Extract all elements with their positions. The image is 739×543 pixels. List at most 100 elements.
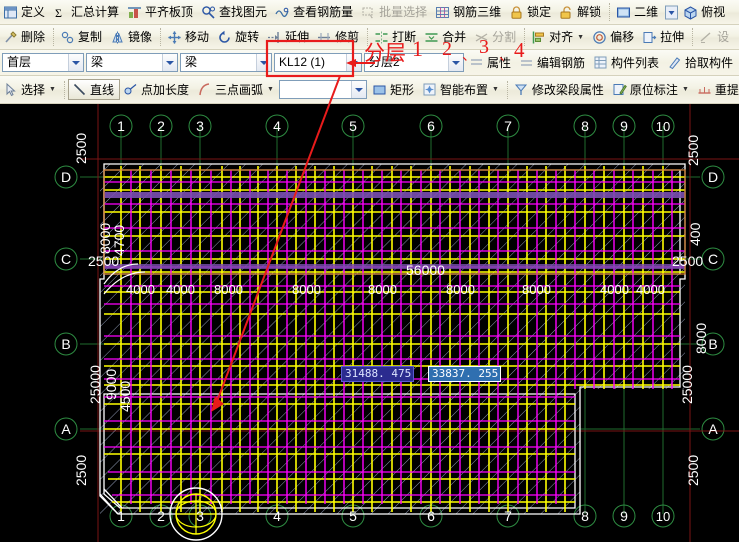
chevron-down-icon[interactable]: ▼ xyxy=(492,86,499,93)
select-tool-button[interactable]: 选择 ▼ xyxy=(0,79,61,100)
cad-drawing-svg: 56000 2500 2500 4000 4000 8000 8000 8000… xyxy=(0,104,739,542)
rectangle-tool-button[interactable]: 矩形 xyxy=(369,79,419,100)
delete-icon xyxy=(3,30,18,45)
two-d-dropdown-button[interactable] xyxy=(663,2,680,23)
toolbar-separator xyxy=(609,3,611,21)
axis-right-C: C xyxy=(708,251,718,267)
toolbar-button-set[interactable]: 设 xyxy=(696,27,734,48)
toolbar-label: 重提梁跨 xyxy=(714,82,739,97)
dim-top-span-3: 8000 xyxy=(292,282,321,297)
toolbar-label: 三点画弧 xyxy=(214,82,263,97)
axis-bot-9: 9 xyxy=(620,508,628,524)
member-list-button[interactable]: 构件列表 xyxy=(590,52,664,73)
edit-rebar-button[interactable]: 编辑钢筋 xyxy=(516,52,590,73)
axis-top-5: 5 xyxy=(349,118,357,134)
toolbar-button-align-slab-top[interactable]: 平齐板顶 xyxy=(124,2,198,23)
toolbar-button-copy[interactable]: 复制 xyxy=(57,27,107,48)
rotate-icon xyxy=(217,30,232,45)
toolbar-button-stretch[interactable]: 拉伸 xyxy=(639,27,689,48)
category-select[interactable]: 梁 xyxy=(86,53,178,72)
coord-value-a[interactable]: 31488. 475 xyxy=(341,366,415,382)
align-slab-icon xyxy=(127,5,142,20)
three-point-arc-button[interactable]: 三点画弧 ▼ xyxy=(194,79,279,100)
chevron-down-icon[interactable] xyxy=(68,54,83,71)
lock-icon xyxy=(509,5,524,20)
re-extract-span-button[interactable]: 重提梁跨 xyxy=(694,79,739,100)
axis-bot-3: 3 xyxy=(196,508,204,524)
chevron-down-icon xyxy=(665,5,679,20)
axis-left-B: B xyxy=(61,336,70,352)
extend-icon xyxy=(267,30,282,45)
toolbar-label: 解锁 xyxy=(577,5,602,19)
dim-top-span-0: 4000 xyxy=(126,282,155,297)
toolbar-button-extend[interactable]: 延伸 xyxy=(264,27,314,48)
member-name-select[interactable]: KL12 (1) xyxy=(274,53,362,72)
toolbar-button-batch-select[interactable]: 批量选择 xyxy=(358,2,432,23)
annotation-text-layer-word: 分层 xyxy=(364,41,406,65)
member-type-select[interactable]: 梁 xyxy=(180,53,272,72)
toolbar-label: 设 xyxy=(717,30,730,44)
chevron-down-icon[interactable]: ▼ xyxy=(682,86,689,93)
axis-left-D: D xyxy=(61,169,71,185)
chevron-down-icon[interactable]: ▼ xyxy=(267,86,274,93)
toolbar-button-offset[interactable]: 偏移 xyxy=(589,27,639,48)
toolbar-button-view-rebar-qty[interactable]: 查看钢筋量 xyxy=(272,2,358,23)
align-icon xyxy=(531,30,546,45)
dim-left-6: 2500 xyxy=(73,455,89,486)
dim-top-span-7: 4000 xyxy=(600,282,629,297)
chevron-down-icon[interactable]: ▼ xyxy=(49,86,56,93)
category-select-value: 梁 xyxy=(91,55,104,69)
toolbar-label: 构件列表 xyxy=(611,55,660,70)
toolbar-button-rebar-3d[interactable]: 钢筋三维 xyxy=(432,2,506,23)
coord-value-b[interactable]: 33837. 255 xyxy=(428,366,502,382)
dim-top-span-8: 4000 xyxy=(636,282,665,297)
chevron-down-icon[interactable] xyxy=(346,54,361,71)
toolbar-label: 锁定 xyxy=(527,5,552,19)
toolbar-button-rotate[interactable]: 旋转 xyxy=(214,27,264,48)
pick-member-button[interactable]: 拾取构件 xyxy=(664,52,738,73)
member-type-select-value: 梁 xyxy=(185,55,198,69)
dim-top-span-6: 8000 xyxy=(522,282,551,297)
edit-beam-segment-button[interactable]: 修改梁段属性 xyxy=(511,79,609,100)
toolbar-button-delete[interactable]: 删除 xyxy=(0,27,50,48)
svg-text:Σ: Σ xyxy=(55,6,62,20)
smart-layout-button[interactable]: 智能布置 ▼ xyxy=(419,79,504,100)
toolbar-button-align[interactable]: 对齐 ▼ xyxy=(528,27,589,48)
copy-icon xyxy=(60,30,75,45)
toolbar-row-4: 选择 ▼ 直线 点加长度 三点画弧 ▼ 矩形 智能布置 ▼ 修改梁段属性 原位标… xyxy=(0,76,739,104)
point-plus-length-button[interactable]: 点加长度 xyxy=(120,79,194,100)
chevron-down-icon[interactable] xyxy=(350,81,366,98)
draw-options-select[interactable] xyxy=(278,80,367,99)
batch-select-icon xyxy=(361,5,376,20)
annotation-text-layer-3: 3 xyxy=(479,36,489,58)
cursor-icon xyxy=(3,82,18,97)
toolbar-button-trim[interactable]: 修剪 xyxy=(314,27,364,48)
toolbar-label: 编辑钢筋 xyxy=(537,55,586,70)
dim-top-span-2: 8000 xyxy=(214,282,243,297)
unlock-icon xyxy=(559,5,574,20)
member-name-select-value: KL12 (1) xyxy=(279,55,326,69)
line-tool-button[interactable]: 直线 xyxy=(67,79,120,100)
toolbar-button-mirror[interactable]: 镜像 xyxy=(107,27,157,48)
toolbar-button-summary-calc[interactable]: Σ 汇总计算 xyxy=(50,2,124,23)
define-icon xyxy=(3,5,18,20)
toolbar-button-top-view[interactable]: 俯视 xyxy=(680,2,730,23)
toolbar-button-lock[interactable]: 锁定 xyxy=(506,2,556,23)
toolbar-label: 拾取构件 xyxy=(685,55,734,70)
toolbar-label: 平齐板顶 xyxy=(145,5,194,19)
toolbar-button-move[interactable]: 移动 xyxy=(164,27,214,48)
chevron-down-icon[interactable]: ▼ xyxy=(577,34,584,41)
floor-select[interactable]: 首层 xyxy=(2,53,84,72)
cad-drawing-canvas[interactable]: 56000 2500 2500 4000 4000 8000 8000 8000… xyxy=(0,104,739,542)
axis-left-C: C xyxy=(61,251,71,267)
toolbar-label: 镜像 xyxy=(128,30,153,44)
toolbar-button-define[interactable]: 定义 xyxy=(0,2,50,23)
smart-layout-icon xyxy=(422,82,437,97)
dim-top-span-1: 4000 xyxy=(166,282,195,297)
in-situ-label-button[interactable]: 原位标注 ▼ xyxy=(609,79,694,100)
toolbar-button-two-d[interactable]: 二维 xyxy=(613,2,663,23)
toolbar-button-find-element[interactable]: 查找图元 xyxy=(198,2,272,23)
chevron-down-icon[interactable] xyxy=(256,54,271,71)
toolbar-button-unlock[interactable]: 解锁 xyxy=(556,2,606,23)
chevron-down-icon[interactable] xyxy=(162,54,177,71)
